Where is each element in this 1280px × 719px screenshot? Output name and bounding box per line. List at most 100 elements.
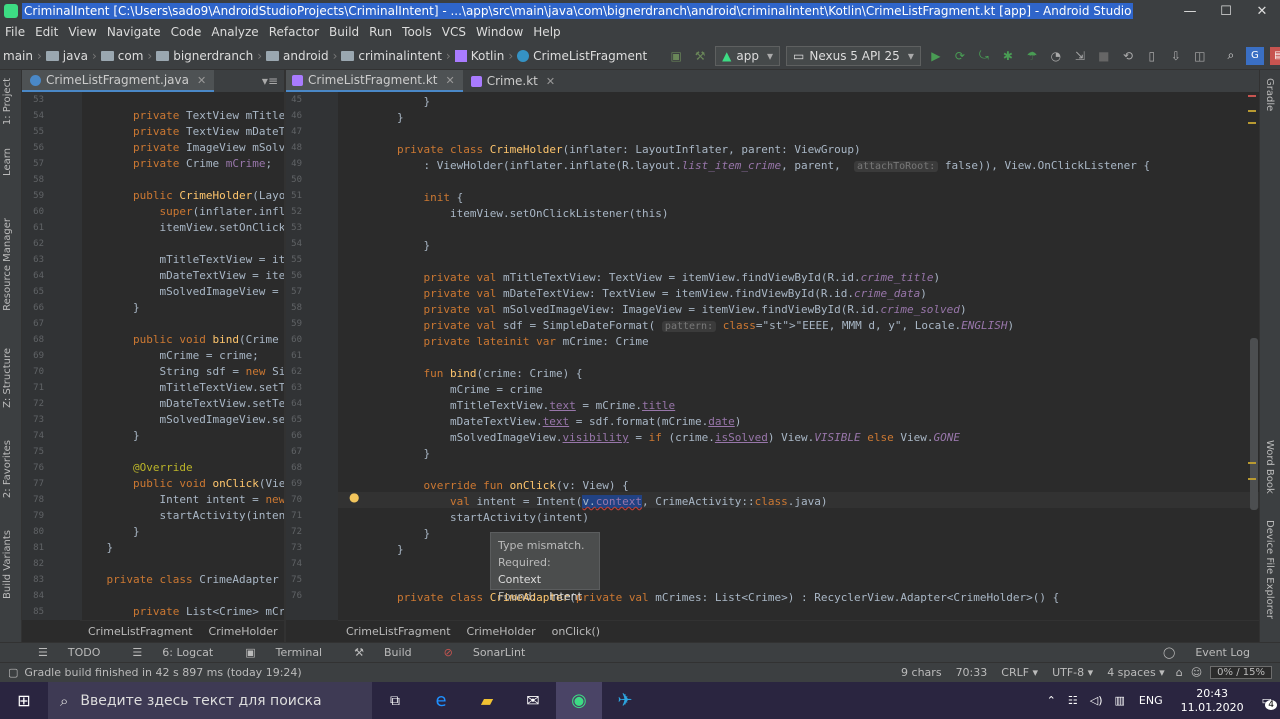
code-line[interactable]: override fun onClick(v: View) { <box>344 478 628 494</box>
warning-stripe-mark[interactable] <box>1248 122 1256 124</box>
clock[interactable]: 20:43 11.01.2020 <box>1171 687 1254 715</box>
memory-indicator[interactable]: 0% / 15% <box>1210 666 1272 679</box>
file-encoding[interactable]: UTF-8 ▾ <box>1045 666 1100 679</box>
event-log-button[interactable]: ◯ Event Log <box>1147 646 1266 659</box>
breadcrumb-android[interactable]: android <box>263 49 332 63</box>
code-line[interactable]: mTitleTextView.setText <box>80 380 284 396</box>
attach-debugger-icon[interactable]: ⇲ <box>1071 47 1089 65</box>
code-line[interactable]: val intent = Intent(v.context, CrimeActi… <box>344 494 828 510</box>
menu-item-vcs[interactable]: VCS <box>437 25 471 39</box>
tool-window-terminal[interactable]: ▣ Terminal <box>229 646 338 659</box>
code-line[interactable]: private lateinit var mCrime: Crime <box>344 334 648 350</box>
code-crumb-crimelistfragment[interactable]: CrimeListFragment <box>338 625 459 638</box>
tab-crimelistfragment-kt[interactable]: CrimeListFragment.kt ✕ <box>284 70 463 92</box>
code-line[interactable]: private class CrimeAdapter ext <box>80 572 284 588</box>
code-line[interactable]: Intent intent = new In <box>80 492 284 508</box>
sync-gradle-icon[interactable]: ⟲ <box>1119 47 1137 65</box>
tool-window-build[interactable]: ⚒ Build <box>338 646 428 659</box>
edge-icon[interactable]: e <box>418 690 464 711</box>
layout-inspector-icon[interactable]: ◫ <box>1191 47 1209 65</box>
code-line[interactable]: private Crime mCrime; <box>80 156 272 172</box>
apply-changes-icon[interactable]: ⟳ <box>951 47 969 65</box>
telegram-icon[interactable]: ✈ <box>602 690 648 711</box>
code-line[interactable]: mSolvedImageView = ite <box>80 284 284 300</box>
breadcrumb-criminalintent[interactable]: criminalintent <box>338 49 445 63</box>
left-editor[interactable]: 53 54 private TextView mTitleTex 55 privat… <box>22 92 284 620</box>
code-line[interactable]: public void bind(Crime cri <box>80 332 284 348</box>
input-language[interactable]: ENG <box>1131 694 1171 707</box>
menu-item-build[interactable]: Build <box>324 25 364 39</box>
code-line[interactable]: private ImageView mSolvedI <box>80 140 284 156</box>
tool-tab-learn[interactable]: Learn <box>2 148 13 176</box>
breadcrumb-bignerdranch[interactable]: bignerdranch <box>153 49 256 63</box>
warning-stripe-mark[interactable] <box>1248 462 1256 464</box>
lock-icon[interactable]: ⌂ <box>1172 666 1187 679</box>
close-tab-icon[interactable]: ✕ <box>546 75 555 88</box>
tool-window-sonarlint[interactable]: ⊘ SonarLint <box>428 646 542 659</box>
menu-item-code[interactable]: Code <box>166 25 207 39</box>
warning-stripe-mark[interactable] <box>1248 478 1256 480</box>
code-line[interactable]: } <box>80 540 113 556</box>
tool-tab-build-variants[interactable]: Build Variants <box>2 530 13 599</box>
profile-icon[interactable]: ◔ <box>1047 47 1065 65</box>
mail-icon[interactable]: ✉ <box>510 691 556 710</box>
code-line[interactable]: private val mTitleTextView: TextView = i… <box>344 270 940 286</box>
code-line[interactable]: mTitleTextView = itemV <box>80 252 284 268</box>
code-line[interactable]: private class CrimeAdapter(private val m… <box>344 590 1059 606</box>
tab-crime-kt[interactable]: Crime.kt ✕ <box>463 70 563 92</box>
code-line[interactable]: } <box>344 526 430 542</box>
tool-tab-1-project[interactable]: 1: Project <box>2 78 13 125</box>
debug-icon[interactable]: ✱ <box>999 47 1017 65</box>
code-line[interactable]: public CrimeHolder(LayoutI <box>80 188 284 204</box>
code-line[interactable]: private val mDateTextView: TextView = it… <box>344 286 926 302</box>
notification-center-icon[interactable]: ▭4 <box>1254 694 1280 710</box>
file-explorer-icon[interactable]: ▰ <box>464 691 510 710</box>
code-line[interactable]: private TextView mDateText <box>80 124 284 140</box>
maximize-icon[interactable]: ☐ <box>1208 0 1244 22</box>
lightbulb-icon[interactable]: ● <box>349 490 359 504</box>
menu-item-run[interactable]: Run <box>364 25 397 39</box>
breadcrumb-com[interactable]: com <box>98 49 147 63</box>
translate-icon[interactable]: G <box>1245 46 1264 65</box>
menu-item-help[interactable]: Help <box>528 25 565 39</box>
close-icon[interactable]: ✕ <box>1244 0 1280 22</box>
code-line[interactable]: mDateTextView = itemVi <box>80 268 284 284</box>
tray-app-icon[interactable]: ▥ <box>1109 694 1131 707</box>
tool-window-6-logcat[interactable]: ☰ 6: Logcat <box>116 646 229 659</box>
code-crumb-crimelistfragment[interactable]: CrimeListFragment <box>80 625 201 638</box>
code-line[interactable]: public void onClick(View v <box>80 476 284 492</box>
code-line[interactable]: mCrime = crime <box>344 382 543 398</box>
menu-item-navigate[interactable]: Navigate <box>102 25 166 39</box>
error-stripe-mark[interactable] <box>1248 95 1256 97</box>
caret-position[interactable]: 70:33 <box>949 666 995 679</box>
code-line[interactable]: } <box>344 446 430 462</box>
code-line[interactable]: private class CrimeHolder(inflater: Layo… <box>344 142 861 158</box>
tool-tab-2-favorites[interactable]: 2: Favorites <box>2 440 13 498</box>
code-line[interactable]: } <box>344 94 430 110</box>
sdk-manager-icon[interactable]: ⇩ <box>1167 47 1185 65</box>
volume-icon[interactable]: ◁) <box>1084 694 1109 707</box>
menu-item-window[interactable]: Window <box>471 25 528 39</box>
line-separator[interactable]: CRLF ▾ <box>994 666 1045 679</box>
coverage-icon[interactable]: ☂ <box>1023 47 1041 65</box>
close-tab-icon[interactable]: ✕ <box>445 74 454 87</box>
inspector-icon[interactable]: ☺ <box>1187 666 1206 679</box>
indent-setting[interactable]: 4 spaces ▾ <box>1100 666 1172 679</box>
breadcrumb-main[interactable]: main <box>0 49 36 63</box>
code-line[interactable]: } <box>80 524 140 540</box>
status-message[interactable]: Gradle build finished in 42 s 897 ms (to… <box>24 666 301 679</box>
code-line[interactable]: } <box>80 300 140 316</box>
stop-icon[interactable]: ■ <box>1095 47 1113 65</box>
code-line[interactable]: } <box>344 110 404 126</box>
windows-start-icon[interactable]: ⊞ <box>0 682 48 719</box>
taskbar-search[interactable]: ⌕ Введите здесь текст для поиска <box>48 682 372 719</box>
code-line[interactable]: super(inflater.inflate <box>80 204 284 220</box>
tool-tab-gradle[interactable]: Gradle <box>1264 78 1275 111</box>
code-line[interactable]: private TextView mTitleTex <box>80 108 284 124</box>
avd-manager-icon[interactable]: ▯ <box>1143 47 1161 65</box>
code-line[interactable]: init { <box>344 190 463 206</box>
make-project-icon[interactable]: ▣ <box>667 47 685 65</box>
code-line[interactable]: } <box>344 238 430 254</box>
menu-item-file[interactable]: File <box>0 25 30 39</box>
code-line[interactable]: } <box>344 542 404 558</box>
